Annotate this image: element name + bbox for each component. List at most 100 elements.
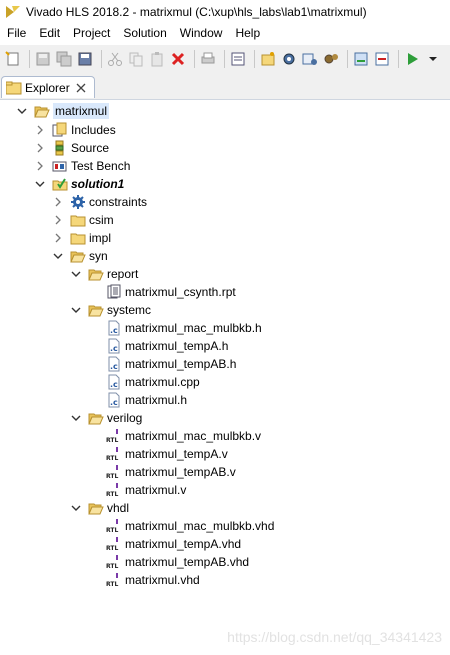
source-label: Source — [71, 141, 110, 155]
paste-icon[interactable] — [148, 50, 166, 68]
tree-item-vhdl[interactable]: vhdl — [70, 499, 129, 517]
chevron-down-icon[interactable] — [70, 304, 82, 316]
menu-bar: File Edit Project Solution Window Help — [0, 23, 450, 43]
run-icon[interactable] — [403, 50, 421, 68]
watermark: https://blog.csdn.net/qq_34341423 — [227, 629, 442, 645]
chevron-right-icon[interactable] — [52, 214, 64, 226]
tree-item-file[interactable]: matrixmul_mac_mulbkb.v — [106, 427, 261, 445]
tree-item-file[interactable]: matrixmul_tempA.v — [106, 445, 228, 463]
title-bar: Vivado HLS 2018.2 - matrixmul (C:\xup\hl… — [0, 0, 450, 23]
solution-settings-icon[interactable] — [280, 50, 298, 68]
testbench-label: Test Bench — [71, 159, 131, 173]
chevron-right-icon[interactable] — [34, 160, 46, 172]
tree-item-file[interactable]: matrixmul_tempA.vhd — [106, 535, 241, 553]
file-label: matrixmul_tempAB.h — [125, 357, 237, 371]
project-label: matrixmul — [53, 103, 110, 119]
solution-icon — [52, 176, 68, 192]
tree-item-file[interactable]: matrixmul_tempAB.vhd — [106, 553, 249, 571]
toolbar — [0, 45, 450, 73]
tree-item-file[interactable]: matrixmul.h — [106, 391, 187, 409]
tree-item-file[interactable]: matrixmul_mac_mulbkb.vhd — [106, 517, 274, 535]
toolbar-separator — [398, 50, 399, 68]
tree-item-file[interactable]: matrixmul_mac_mulbkb.h — [106, 319, 262, 337]
copy-icon[interactable] — [127, 50, 145, 68]
tree-item-constraints[interactable]: constraints — [52, 193, 147, 211]
tree-item-includes[interactable]: Includes — [34, 121, 116, 139]
tree-item-testbench[interactable]: Test Bench — [34, 157, 130, 175]
chevron-right-icon[interactable] — [34, 142, 46, 154]
explorer-icon — [6, 81, 22, 94]
tree-item-report[interactable]: report — [70, 265, 138, 283]
cut-icon[interactable] — [106, 50, 124, 68]
folder-icon — [70, 212, 86, 228]
toolbar-separator — [347, 50, 348, 68]
constraints-label: constraints — [89, 195, 148, 209]
run-cosimulation-icon[interactable] — [352, 50, 370, 68]
run-dropdown-icon[interactable] — [424, 50, 442, 68]
toolbar-separator — [254, 50, 255, 68]
tab-explorer[interactable]: Explorer — [1, 76, 95, 98]
file-label: matrixmul_tempAB.v — [125, 465, 236, 479]
file-label: matrixmul_mac_mulbkb.vhd — [125, 519, 275, 533]
chevron-down-icon[interactable] — [70, 502, 82, 514]
tree-item-file[interactable]: matrixmul.v — [106, 481, 186, 499]
tree-item-syn[interactable]: syn — [52, 247, 108, 265]
save-icon[interactable] — [34, 50, 52, 68]
rtl-file-icon — [106, 482, 122, 498]
tree-item-file[interactable]: matrixmul_tempAB.v — [106, 463, 236, 481]
tree-item-file[interactable]: matrixmul_tempAB.h — [106, 355, 236, 373]
tree-item-verilog[interactable]: verilog — [70, 409, 142, 427]
menu-window[interactable]: Window — [173, 26, 229, 40]
tree-item-csim[interactable]: csim — [52, 211, 114, 229]
file-label: matrixmul_tempA.vhd — [125, 537, 242, 551]
project-settings-icon[interactable] — [229, 50, 247, 68]
menu-help[interactable]: Help — [228, 26, 266, 40]
folder-open-icon — [88, 266, 104, 282]
chevron-down-icon[interactable] — [34, 178, 46, 190]
vivado-logo-icon — [6, 5, 20, 18]
chevron-down-icon[interactable] — [70, 268, 82, 280]
run-synthesis-icon[interactable] — [322, 50, 340, 68]
print-icon[interactable] — [199, 50, 217, 68]
chevron-right-icon[interactable] — [52, 232, 64, 244]
rtl-file-icon — [106, 572, 122, 588]
tree-item-file[interactable]: matrixmul_csynth.rpt — [106, 283, 236, 301]
close-icon[interactable] — [76, 83, 86, 93]
chevron-down-icon[interactable] — [16, 105, 28, 117]
menu-project[interactable]: Project — [66, 26, 116, 40]
project-folder-icon — [34, 103, 50, 119]
file-label: matrixmul_tempAB.vhd — [125, 555, 250, 569]
tree-item-impl[interactable]: impl — [52, 229, 111, 247]
tree-item-source[interactable]: Source — [34, 139, 109, 157]
menu-edit[interactable]: Edit — [32, 26, 66, 40]
run-c-simulation-icon[interactable] — [301, 50, 319, 68]
new-file-icon[interactable] — [4, 50, 22, 68]
delete-icon[interactable] — [169, 50, 187, 68]
verilog-label: verilog — [107, 411, 143, 425]
save-as-icon[interactable] — [76, 50, 94, 68]
save-all-icon[interactable] — [55, 50, 73, 68]
chevron-down-icon[interactable] — [70, 412, 82, 424]
c-file-icon — [106, 392, 122, 408]
tree-item-file[interactable]: matrixmul_tempA.h — [106, 337, 228, 355]
impl-label: impl — [89, 231, 112, 245]
rtl-file-icon — [106, 554, 122, 570]
chevron-right-icon[interactable] — [52, 196, 64, 208]
export-rtl-icon[interactable] — [373, 50, 391, 68]
file-label: matrixmul_csynth.rpt — [125, 285, 236, 299]
tree-item-solution[interactable]: solution1 — [34, 175, 124, 193]
tree-item-file[interactable]: matrixmul.vhd — [106, 571, 200, 589]
chevron-right-icon[interactable] — [34, 124, 46, 136]
rtl-file-icon — [106, 536, 122, 552]
new-solution-icon[interactable] — [259, 50, 277, 68]
tree-item-project[interactable]: matrixmul — [16, 102, 110, 120]
includes-icon — [52, 122, 68, 138]
menu-file[interactable]: File — [0, 26, 32, 40]
source-icon — [52, 140, 68, 156]
toolbar-separator — [194, 50, 195, 68]
tree-item-file[interactable]: matrixmul.cpp — [106, 373, 200, 391]
chevron-down-icon[interactable] — [52, 250, 64, 262]
menu-solution[interactable]: Solution — [116, 26, 172, 40]
tree-item-systemc[interactable]: systemc — [70, 301, 151, 319]
toolbar-separator — [101, 50, 102, 68]
